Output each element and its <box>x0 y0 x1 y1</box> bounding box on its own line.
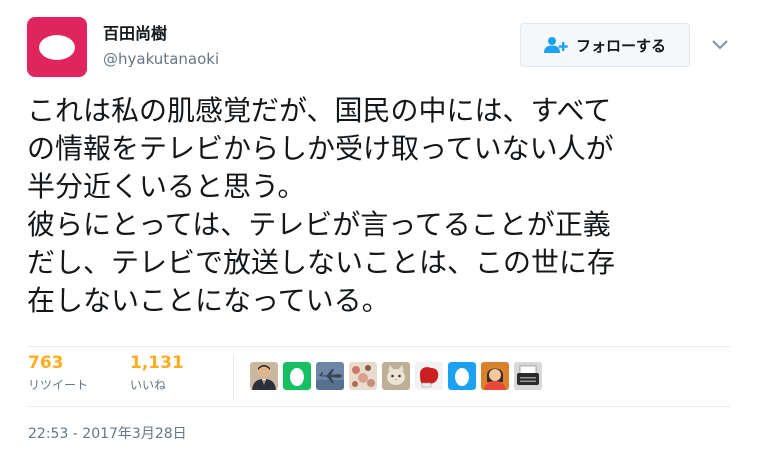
woman-portrait-avatar[interactable] <box>481 362 509 390</box>
like-label: いいね <box>130 378 167 392</box>
typewriter-avatar[interactable] <box>514 362 542 390</box>
retweet-stat[interactable]: 763 リツイート <box>28 352 88 393</box>
default-egg-icon <box>39 34 75 60</box>
add-user-icon <box>543 36 568 54</box>
cartoon-pattern-avatar[interactable] <box>349 362 377 390</box>
follow-button-label: フォローする <box>575 36 666 55</box>
blue-egg-avatar[interactable] <box>448 362 476 390</box>
man-portrait-avatar[interactable] <box>250 362 278 390</box>
retweet-label: リツイート <box>28 378 89 392</box>
stats-divider-top <box>27 346 730 347</box>
tweet-line: だし、テレビで放送しないことは、この世に存 <box>27 246 616 279</box>
tweet-line: 半分近くいると思う。 <box>27 170 306 203</box>
tweet-line: の情報をテレビからしか受け取っていない人が <box>27 132 614 165</box>
retweet-count: 763 <box>28 353 64 373</box>
cat-avatar[interactable] <box>382 362 410 390</box>
liked-by-avatars <box>250 362 542 390</box>
boxing-glove-avatar[interactable] <box>415 362 443 390</box>
display-name[interactable]: 百田尚樹 <box>103 24 167 44</box>
chevron-down-icon[interactable] <box>709 37 731 51</box>
like-stat[interactable]: 1,131 いいね <box>130 352 184 393</box>
green-egg-avatar[interactable] <box>283 362 311 390</box>
tweet-line: 在しないことになっている。 <box>27 284 390 317</box>
profile-avatar[interactable] <box>27 17 87 77</box>
tweet-text: これは私の肌感覚だが、国民の中には、すべて の情報をテレビからしか受け取っていな… <box>27 92 747 320</box>
stats-divider-bottom <box>27 406 730 407</box>
stats-vertical-divider <box>233 354 234 400</box>
tweet-line: これは私の肌感覚だが、国民の中には、すべて <box>27 94 612 127</box>
like-count: 1,131 <box>130 353 184 373</box>
jet-aircraft-avatar[interactable] <box>316 362 344 390</box>
follow-button[interactable]: フォローする <box>520 23 690 67</box>
tweet-line: 彼らにとっては、テレビが言ってることが正義 <box>27 208 611 241</box>
tweet-timestamp[interactable]: 22:53 - 2017年3月28日 <box>28 425 187 443</box>
user-handle[interactable]: @hyakutanaoki <box>103 49 219 69</box>
